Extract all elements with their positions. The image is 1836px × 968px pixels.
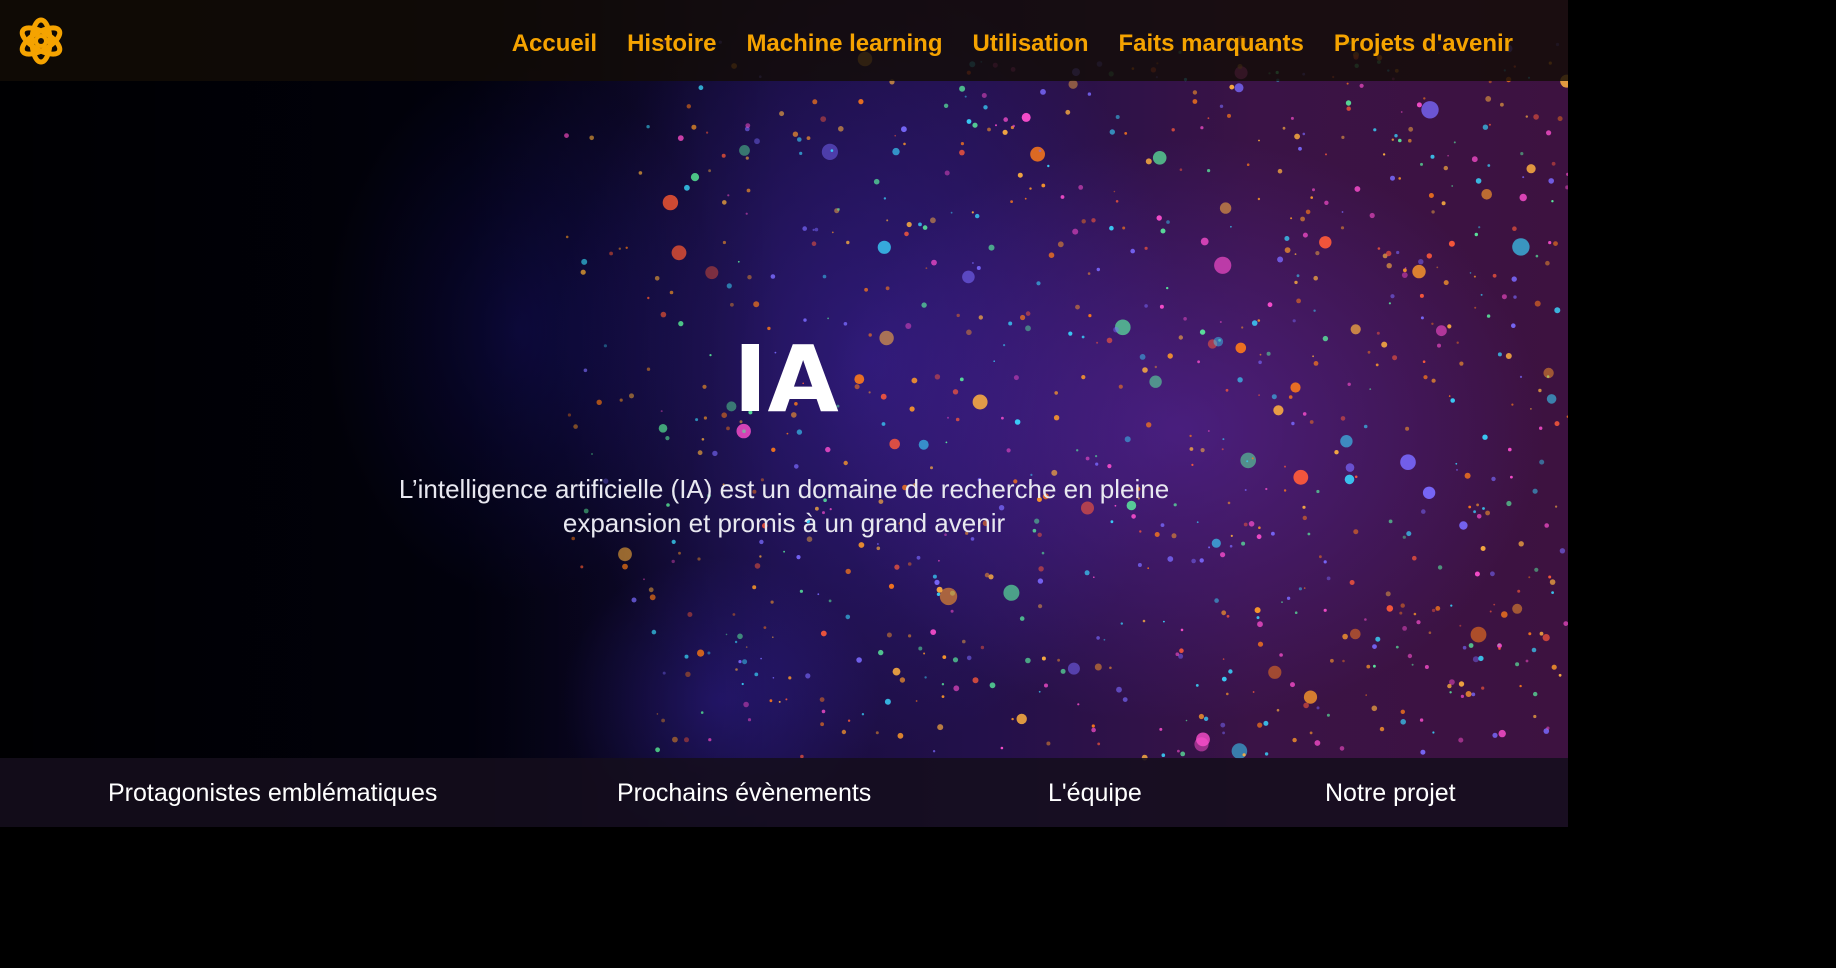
- nav-link-projets-avenir[interactable]: Projets d'avenir: [1334, 28, 1513, 60]
- hero-title: IA: [0, 325, 1568, 435]
- hero-title-text: IA: [733, 326, 839, 433]
- top-navbar: Accueil Histoire Machine learning Utilis…: [0, 0, 1568, 81]
- nav-link-utilisation[interactable]: Utilisation: [972, 28, 1088, 60]
- main-nav: Accueil Histoire Machine learning Utilis…: [482, 28, 1513, 60]
- nav-link-histoire[interactable]: Histoire: [627, 28, 716, 60]
- footer-link-evenements[interactable]: Prochains évènements: [617, 778, 871, 808]
- footer-link-protagonistes[interactable]: Protagonistes emblématiques: [108, 778, 437, 808]
- page: Accueil Histoire Machine learning Utilis…: [0, 0, 1568, 827]
- hero-subtitle: L’intelligence artificielle (IA) est un …: [398, 474, 1170, 538]
- footer-link-equipe[interactable]: L'équipe: [1048, 778, 1142, 808]
- nav-link-accueil[interactable]: Accueil: [512, 28, 597, 60]
- nav-link-machine-learning[interactable]: Machine learning: [746, 28, 942, 60]
- atom-flower-icon[interactable]: [16, 14, 66, 68]
- nav-link-faits-marquants[interactable]: Faits marquants: [1119, 28, 1304, 60]
- footer-link-projet[interactable]: Notre projet: [1325, 778, 1456, 808]
- bottom-navbar: Protagonistes emblématiques Prochains év…: [0, 758, 1568, 827]
